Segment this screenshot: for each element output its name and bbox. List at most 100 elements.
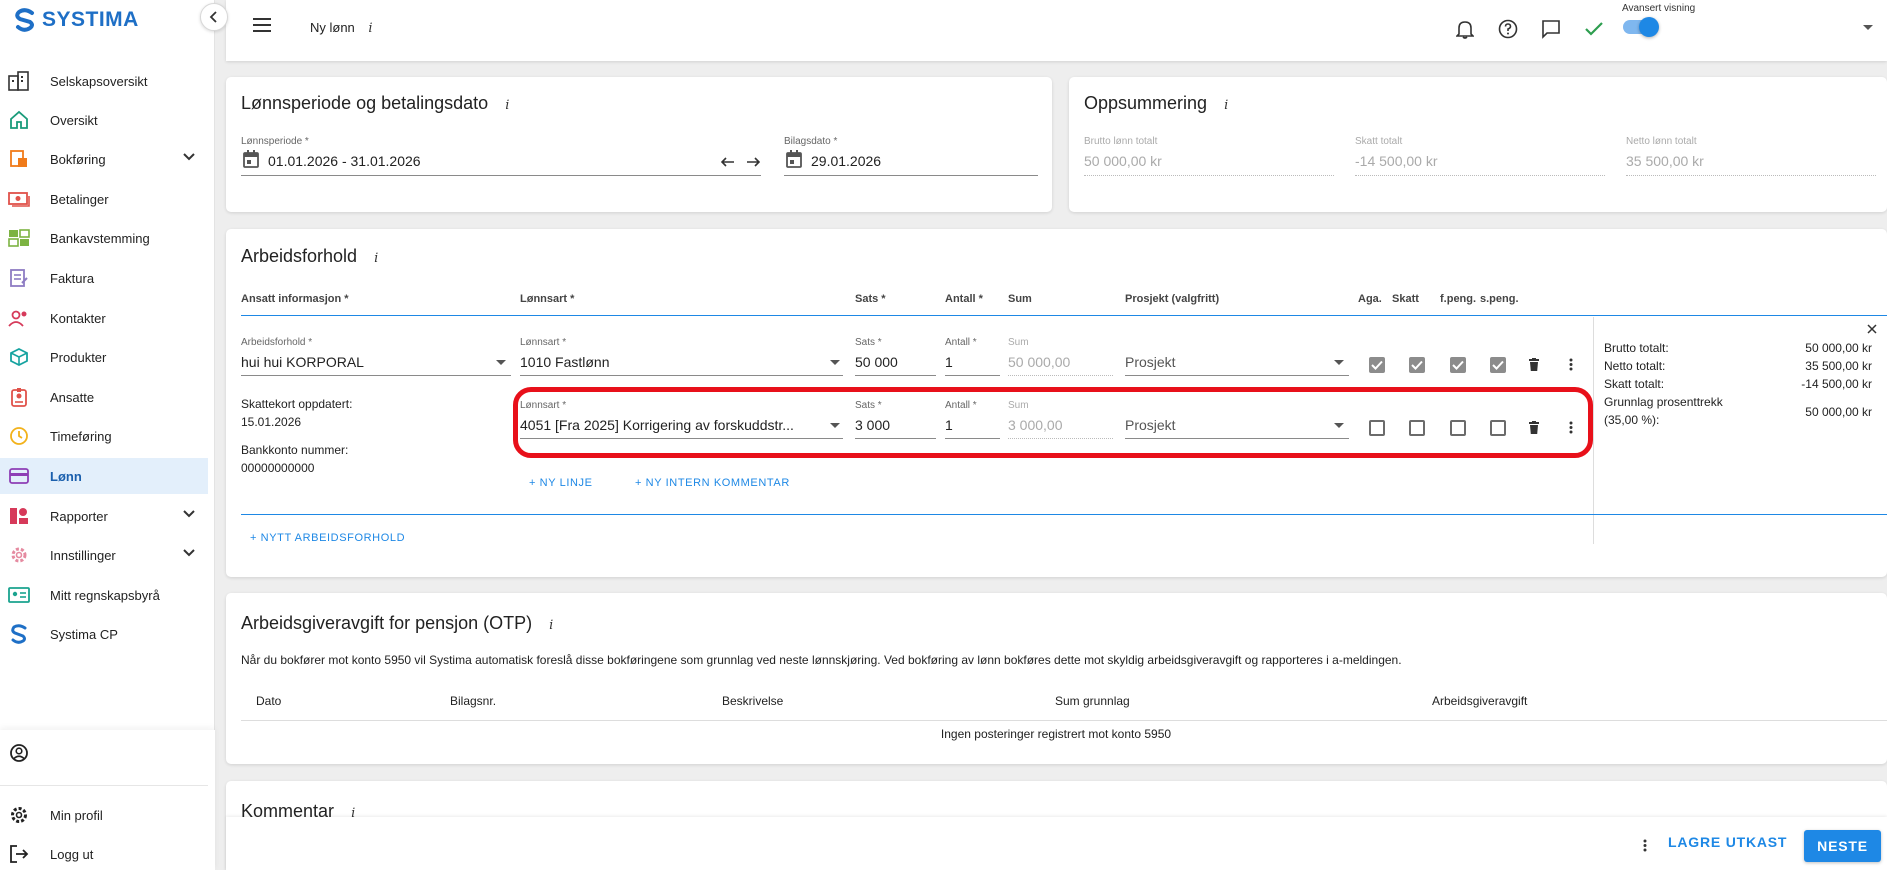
voucher-date-value[interactable]: 29.01.2026 xyxy=(811,153,881,169)
add-line-button[interactable]: + NY LINJE xyxy=(529,477,593,489)
tax-checkbox[interactable] xyxy=(1409,357,1425,373)
account-dropdown-caret-icon[interactable] xyxy=(1856,16,1880,40)
rate-input[interactable]: 50 000 xyxy=(855,354,898,370)
add-internal-comment-button[interactable]: + NY INTERN KOMMENTAR xyxy=(635,477,790,489)
calendar-icon[interactable] xyxy=(786,150,802,168)
header-fpeng: f.peng. xyxy=(1440,293,1477,305)
sidebar-item-rapporter[interactable]: Rapporter xyxy=(0,498,208,534)
dropdown-caret-icon[interactable] xyxy=(1334,423,1344,429)
fpeng-checkbox[interactable] xyxy=(1450,420,1466,436)
sidebar-item-lonn[interactable]: Lønn xyxy=(0,458,208,494)
fpeng-checkbox[interactable] xyxy=(1450,357,1466,373)
sidebar-item-betalinger[interactable]: Betalinger xyxy=(0,181,208,217)
sidebar-item-produkter[interactable]: Produkter xyxy=(0,339,208,375)
delete-icon[interactable] xyxy=(1529,421,1539,434)
more-vertical-icon[interactable] xyxy=(1643,839,1647,852)
wage-type-value[interactable]: 4051 [Fra 2025] Korrigering av forskudds… xyxy=(520,417,794,433)
systima-logo-icon xyxy=(15,8,34,32)
otp-card-title-text: Arbeidsgiveravgift for pensjon (OTP) xyxy=(241,613,533,633)
sidebar-item-label: Bankavstemming xyxy=(50,230,150,246)
info-icon[interactable]: i xyxy=(1224,98,1228,113)
sidebar-item-selskapsoversikt[interactable]: Selskapsoversikt xyxy=(0,63,208,99)
tax-total-label: Skatt totalt xyxy=(1355,136,1403,147)
checkmark-icon[interactable] xyxy=(1582,17,1606,41)
tax-total-value: -14 500,00 kr xyxy=(1801,377,1872,391)
bank-account-value: 00000000000 xyxy=(241,461,315,475)
dropdown-caret-icon[interactable] xyxy=(830,360,840,366)
sidebar-item-min-profil[interactable]: Min profil xyxy=(0,797,208,833)
sidebar-item-timeforing[interactable]: Timeføring xyxy=(0,418,208,454)
next-button[interactable]: NESTE xyxy=(1804,830,1881,862)
project-select[interactable]: Prosjekt xyxy=(1125,417,1176,433)
payments-icon xyxy=(8,188,30,210)
sidebar-item-ansatte[interactable]: Ansatte xyxy=(0,379,208,415)
menu-icon[interactable] xyxy=(253,18,271,35)
dropdown-caret-icon[interactable] xyxy=(496,360,506,366)
add-employment-button[interactable]: + NYTT ARBEIDSFORHOLD xyxy=(250,532,405,544)
info-icon[interactable]: i xyxy=(505,98,509,113)
aga-checkbox[interactable] xyxy=(1369,357,1385,373)
clock-icon xyxy=(8,425,30,447)
rate-input[interactable]: 3 000 xyxy=(855,417,890,433)
project-select[interactable]: Prosjekt xyxy=(1125,354,1176,370)
period-field-value[interactable]: 01.01.2026 - 31.01.2026 xyxy=(268,153,421,169)
chat-icon[interactable] xyxy=(1539,17,1563,41)
logout-icon xyxy=(8,843,30,865)
check-icon xyxy=(1371,360,1383,370)
sidebar-item-oversikt[interactable]: Oversikt xyxy=(0,102,208,138)
check-icon xyxy=(1492,360,1504,370)
rate-label: Sats * xyxy=(855,337,882,348)
info-icon[interactable]: i xyxy=(549,618,553,633)
sidebar-item-bokforing[interactable]: Bokføring xyxy=(0,141,208,177)
employment-select-value[interactable]: hui hui KORPORAL xyxy=(241,354,364,370)
rate-label: Sats * xyxy=(855,400,882,411)
sidebar-item-label: Kontakter xyxy=(50,310,106,326)
save-draft-button[interactable]: LAGRE UTKAST xyxy=(1668,834,1787,850)
sidebar-item-mitt-regnskapsbyra[interactable]: Mitt regnskapsbyrå xyxy=(0,577,208,613)
help-icon[interactable] xyxy=(1496,17,1520,41)
toggle-knob xyxy=(1639,17,1659,37)
calendar-icon[interactable] xyxy=(243,150,259,168)
quantity-label: Antall * xyxy=(945,400,977,411)
aga-checkbox[interactable] xyxy=(1369,420,1385,436)
sidebar-item-kontakter[interactable]: Kontakter xyxy=(0,300,208,336)
sidebar-item-innstillinger[interactable]: Innstillinger xyxy=(0,537,208,573)
speng-checkbox[interactable] xyxy=(1490,357,1506,373)
more-vertical-icon[interactable] xyxy=(1569,358,1573,371)
sidebar-item-user[interactable] xyxy=(0,735,208,771)
arrow-left-icon[interactable] xyxy=(721,157,735,167)
dropdown-caret-icon[interactable] xyxy=(1334,360,1344,366)
brand-logo[interactable]: SYSTIMA xyxy=(14,8,139,32)
speng-checkbox[interactable] xyxy=(1490,420,1506,436)
tax-total-underline xyxy=(1355,175,1605,176)
sidebar-divider xyxy=(0,785,208,786)
top-bar: Ny lønn i Avansert visning xyxy=(226,0,1887,61)
sidebar-item-faktura[interactable]: Faktura xyxy=(0,260,208,296)
delete-icon[interactable] xyxy=(1529,358,1539,371)
notification-bell-icon[interactable] xyxy=(1453,17,1477,41)
net-total-value: 35 500,00 kr xyxy=(1805,359,1872,373)
arrow-right-icon[interactable] xyxy=(746,157,760,167)
quantity-input[interactable]: 1 xyxy=(945,354,953,370)
advanced-view-toggle[interactable] xyxy=(1623,17,1659,37)
employees-icon xyxy=(8,386,30,408)
more-vertical-icon[interactable] xyxy=(1569,421,1573,434)
systima-cp-icon xyxy=(8,623,30,645)
sidebar-item-logg-ut[interactable]: Logg ut xyxy=(0,836,208,870)
employment-select-label: Arbeidsforhold * xyxy=(241,337,313,348)
close-icon[interactable] xyxy=(1867,324,1877,334)
sidebar-bottom-panel: Min profil Logg ut xyxy=(0,730,215,870)
sidebar-collapse-button[interactable] xyxy=(200,3,228,31)
chevron-down-icon xyxy=(183,510,195,518)
wage-type-value[interactable]: 1010 Fastlønn xyxy=(520,354,610,370)
header-wage-type: Lønnsart * xyxy=(520,293,575,305)
wage-type-underline xyxy=(520,375,843,376)
sidebar-item-label: Bokføring xyxy=(50,151,106,167)
tax-checkbox[interactable] xyxy=(1409,420,1425,436)
quantity-input[interactable]: 1 xyxy=(945,417,953,433)
sidebar-item-systima-cp[interactable]: Systima CP xyxy=(0,616,208,652)
sidebar-item-bankavstemming[interactable]: Bankavstemming xyxy=(0,220,208,256)
info-icon[interactable]: i xyxy=(374,251,378,266)
dropdown-caret-icon[interactable] xyxy=(830,423,840,429)
info-icon[interactable]: i xyxy=(368,21,372,36)
